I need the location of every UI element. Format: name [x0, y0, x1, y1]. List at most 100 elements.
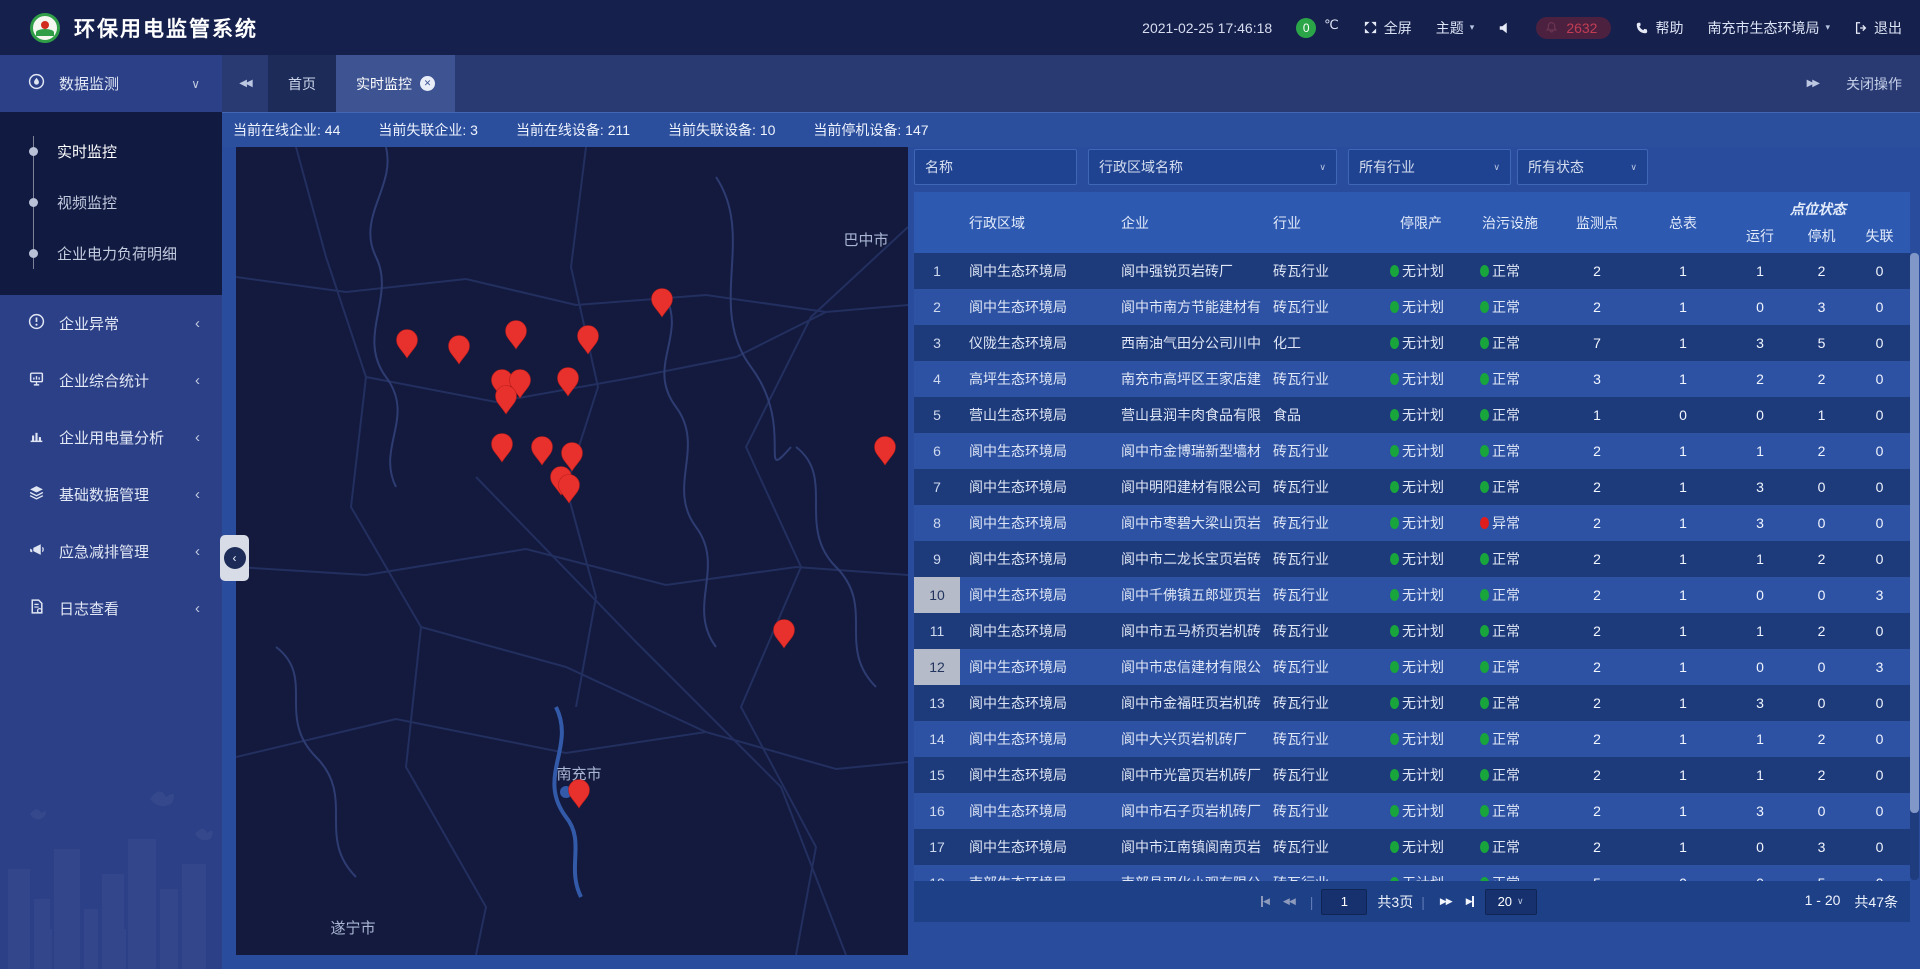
sidebar-subitem[interactable]: 视频监控 — [0, 177, 222, 228]
cell-run: 0 — [1726, 829, 1794, 865]
map-pin-icon[interactable] — [496, 386, 517, 415]
cell-region: 阆中生态环境局 — [960, 649, 1112, 685]
cell-stop: 0 — [1794, 649, 1849, 685]
table-scrollbar[interactable] — [1910, 253, 1919, 880]
cell-industry: 砖瓦行业 — [1264, 829, 1376, 865]
name-search-input[interactable]: 名称 — [914, 149, 1077, 185]
tab-label: 实时监控 — [356, 74, 412, 94]
map-pin-icon[interactable] — [875, 437, 896, 466]
org-menu[interactable]: 南充市生态环境局▾ — [1707, 18, 1830, 38]
status-select[interactable]: 所有状态∨ — [1517, 149, 1648, 185]
table-row[interactable]: 10阆中生态环境局阆中千佛镇五郎垭页岩砖瓦行业无计划正常21003 — [914, 577, 1910, 613]
cell-stop: 2 — [1794, 613, 1849, 649]
chevron-down-icon: ∨ — [1319, 162, 1326, 173]
map-pin-icon[interactable] — [492, 434, 513, 463]
cell-stop: 2 — [1794, 757, 1849, 793]
page-number-input[interactable]: 1 — [1321, 889, 1367, 915]
map-pin-icon[interactable] — [558, 368, 579, 397]
table-row[interactable]: 1阆中生态环境局阆中强锐页岩砖厂砖瓦行业无计划正常21120 — [914, 253, 1910, 289]
status-text: 无计划 — [1402, 585, 1444, 605]
tabs-scroll-right-button[interactable]: ▶▶ — [1807, 55, 1818, 112]
theme-menu[interactable]: 主题▾ — [1436, 18, 1475, 38]
cell-lost: 0 — [1849, 325, 1910, 361]
fullscreen-button[interactable]: 全屏 — [1363, 18, 1412, 38]
prev-page-button[interactable]: ◀◀ — [1283, 896, 1295, 907]
table-row[interactable]: 15阆中生态环境局阆中市光富页岩机砖厂砖瓦行业无计划正常21120 — [914, 757, 1910, 793]
sidebar-item-1[interactable]: 企业异常‹ — [0, 295, 222, 352]
status-green-dot-icon — [1480, 265, 1489, 277]
table-row[interactable]: 7阆中生态环境局阆中明阳建材有限公司砖瓦行业无计划正常21300 — [914, 469, 1910, 505]
map-pin-icon[interactable] — [532, 437, 553, 466]
map-pin-icon[interactable] — [578, 326, 599, 355]
table-row[interactable]: 8阆中生态环境局阆中市枣碧大梁山页岩砖瓦行业无计划异常21300 — [914, 505, 1910, 541]
help-button[interactable]: 帮助 — [1635, 18, 1683, 38]
logout-button[interactable]: 退出 — [1854, 18, 1902, 38]
tabbar-spacer — [455, 55, 1807, 112]
status-text: 正常 — [1492, 261, 1520, 281]
table-row[interactable]: 16阆中生态环境局阆中市石子页岩机砖厂砖瓦行业无计划正常21300 — [914, 793, 1910, 829]
status-text: 正常 — [1492, 441, 1520, 461]
table-row[interactable]: 12阆中生态环境局阆中市忠信建材有限公砖瓦行业无计划正常21003 — [914, 649, 1910, 685]
status-green-dot-icon — [1390, 769, 1399, 781]
map-pin-icon[interactable] — [652, 289, 673, 318]
sidebar-subitem[interactable]: 实时监控 — [0, 126, 222, 177]
next-page-button[interactable]: ▶▶ — [1440, 896, 1452, 907]
table-row[interactable]: 5营山生态环境局营山县润丰肉食品有限食品无计划正常10010 — [914, 397, 1910, 433]
industry-select[interactable]: 所有行业∨ — [1348, 149, 1511, 185]
sidebar-item-6[interactable]: 日志查看‹ — [0, 580, 222, 637]
table-row[interactable]: 6阆中生态环境局阆中市金博瑞新型墙材砖瓦行业无计划正常21120 — [914, 433, 1910, 469]
sidebar-item-0[interactable]: 数据监测∨ — [0, 55, 222, 112]
sidebar-subitem[interactable]: 企业电力负荷明细 — [0, 228, 222, 279]
sidebar-item-label: 日志查看 — [59, 598, 195, 619]
map-canvas[interactable]: 巴中市南充市遂宁市 — [236, 147, 908, 955]
close-operations-button[interactable]: 关闭操作 — [1846, 55, 1902, 112]
cell-points: 5 — [1554, 865, 1640, 881]
status-green-dot-icon — [1390, 733, 1399, 745]
tabs-scroll-left-button[interactable]: ◀◀ — [222, 55, 268, 112]
table-row[interactable]: 11阆中生态环境局阆中市五马桥页岩机砖砖瓦行业无计划正常21120 — [914, 613, 1910, 649]
tab-实时监控[interactable]: 实时监控 ✕ — [336, 55, 455, 112]
scrollbar-thumb[interactable] — [1910, 253, 1919, 813]
cell-lost: 0 — [1849, 253, 1910, 289]
cell-points: 2 — [1554, 289, 1640, 325]
col-header-region: 行政区域 — [960, 192, 1112, 253]
table-row[interactable]: 9阆中生态环境局阆中市二龙长宝页岩砖砖瓦行业无计划正常21120 — [914, 541, 1910, 577]
last-page-button[interactable]: ▶ — [1466, 896, 1474, 907]
map-pin-icon[interactable] — [562, 443, 583, 472]
first-page-button[interactable]: ◀ — [1261, 896, 1269, 907]
col-header-company: 企业 — [1112, 192, 1264, 253]
table-row[interactable]: 18南部生态环境局南部县双化小观有限公砖瓦行业无计划正常50050 — [914, 865, 1910, 881]
region-select[interactable]: 行政区域名称∨ — [1088, 149, 1337, 185]
tab-首页[interactable]: 首页 — [268, 55, 336, 112]
notifications-badge[interactable]: 2632 — [1536, 17, 1611, 39]
map-collapse-handle[interactable]: ‹ — [220, 535, 249, 581]
page-size-select[interactable]: 20∨ — [1485, 889, 1537, 915]
map-pin-icon[interactable] — [559, 475, 580, 504]
status-green-dot-icon — [1390, 697, 1399, 709]
sidebar-item-2[interactable]: 企业综合统计‹ — [0, 352, 222, 409]
sidebar-item-4[interactable]: 基础数据管理‹ — [0, 466, 222, 523]
mute-button[interactable] — [1498, 21, 1512, 35]
table-row[interactable]: 4高坪生态环境局南充市高坪区王家店建砖瓦行业无计划正常31220 — [914, 361, 1910, 397]
cell-run: 3 — [1726, 505, 1794, 541]
map-pin-icon[interactable] — [774, 620, 795, 649]
table-row[interactable]: 3仪陇生态环境局西南油气田分公司川中化工无计划正常71350 — [914, 325, 1910, 361]
map-pin-icon[interactable] — [569, 780, 590, 809]
map-pin-icon[interactable] — [397, 330, 418, 359]
table-row[interactable]: 17阆中生态环境局阆中市江南镇阆南页岩砖瓦行业无计划正常21030 — [914, 829, 1910, 865]
sidebar-item-5[interactable]: 应急减排管理‹ — [0, 523, 222, 580]
cell-points: 2 — [1554, 793, 1640, 829]
map-pin-icon[interactable] — [449, 336, 470, 365]
cell-stop: 0 — [1794, 577, 1849, 613]
table-row[interactable]: 13阆中生态环境局阆中市金福旺页岩机砖砖瓦行业无计划正常21300 — [914, 685, 1910, 721]
tab-close-icon[interactable]: ✕ — [420, 76, 435, 91]
megaphone-icon — [28, 541, 59, 562]
status-green-dot-icon — [1480, 841, 1489, 853]
sidebar-item-3[interactable]: 企业用电量分析‹ — [0, 409, 222, 466]
cell-facility: 正常 — [1466, 361, 1554, 397]
col-header-running: 运行 — [1726, 219, 1794, 253]
map-pin-icon[interactable] — [506, 321, 527, 350]
table-row[interactable]: 2阆中生态环境局阆中市南方节能建材有砖瓦行业无计划正常21030 — [914, 289, 1910, 325]
status-text: 正常 — [1492, 657, 1520, 677]
table-row[interactable]: 14阆中生态环境局阆中大兴页岩机砖厂砖瓦行业无计划正常21120 — [914, 721, 1910, 757]
